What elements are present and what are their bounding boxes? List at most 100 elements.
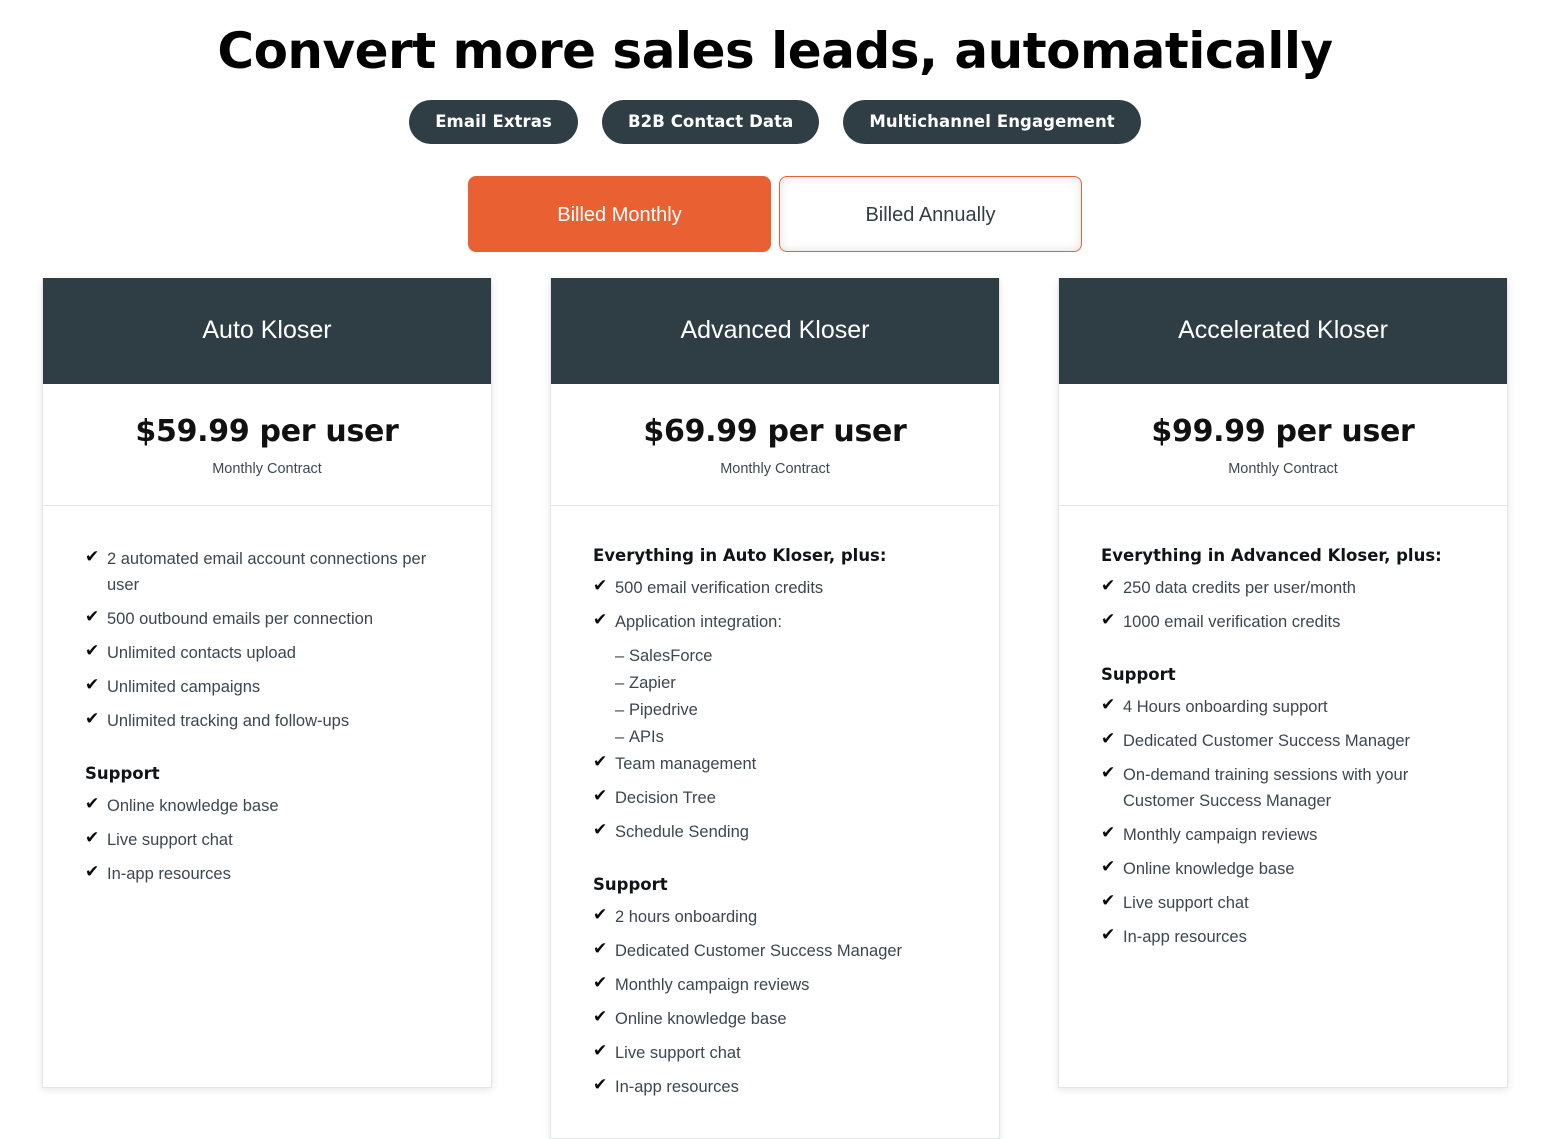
support-heading: Support (1101, 665, 1176, 684)
feature-item: ✔ 1000 email verification credits (1101, 609, 1473, 635)
check-icon: ✔ (593, 1007, 608, 1027)
check-icon: ✔ (593, 1075, 608, 1095)
plan-price: $59.99 per user (135, 414, 399, 449)
pill-multichannel-engagement[interactable]: Multichannel Engagement (843, 100, 1141, 144)
plan-features: ✔ 2 automated email account connections p… (43, 506, 491, 1087)
feature-label: Monthly campaign reviews (615, 976, 810, 994)
check-icon: ✔ (593, 905, 608, 925)
feature-label: In-app resources (1123, 928, 1247, 946)
plan-price-block: $59.99 per user Monthly Contract (43, 384, 491, 506)
billed-monthly-button[interactable]: Billed Monthly (468, 176, 771, 252)
plan-intro-heading: Everything in Advanced Kloser, plus: (1101, 546, 1442, 565)
feature-item: ✔ 500 email verification credits (593, 575, 965, 601)
check-icon: ✔ (85, 828, 100, 848)
check-icon: ✔ (1101, 729, 1116, 749)
check-icon: ✔ (593, 1041, 608, 1061)
feature-label: Online knowledge base (1123, 860, 1295, 878)
check-icon: ✔ (85, 607, 100, 627)
check-icon: ✔ (85, 709, 100, 729)
feature-item: ✔ 2 hours onboarding (593, 904, 965, 930)
feature-item: ✔ Dedicated Customer Success Manager (593, 938, 965, 964)
feature-item: ✔ Unlimited tracking and follow-ups (85, 708, 457, 734)
feature-item: ✔ 4 Hours onboarding support (1101, 694, 1473, 720)
check-icon: ✔ (1101, 823, 1116, 843)
feature-item: ✔ In-app resources (85, 861, 457, 887)
check-icon: ✔ (1101, 695, 1116, 715)
feature-item: ✔ Unlimited campaigns (85, 674, 457, 700)
feature-label: On-demand training sessions with your Cu… (1123, 766, 1409, 810)
feature-label: Dedicated Customer Success Manager (1123, 732, 1411, 750)
dash-icon: – (615, 674, 625, 692)
support-heading: Support (593, 875, 668, 894)
feature-label: 500 outbound emails per connection (107, 610, 374, 628)
dash-icon: – (615, 728, 625, 746)
feature-label: 500 email verification credits (615, 579, 824, 597)
feature-sublabel: Pipedrive (629, 701, 698, 719)
plan-price-block: $99.99 per user Monthly Contract (1059, 384, 1507, 506)
pricing-card: Accelerated Kloser $99.99 per user Month… (1058, 278, 1508, 1088)
feature-label: Online knowledge base (615, 1010, 787, 1028)
check-icon: ✔ (593, 786, 608, 806)
check-icon: ✔ (1101, 610, 1116, 630)
plan-support-list: ✔ Online knowledge base ✔ Live support chat… (85, 793, 457, 887)
feature-label: Team management (615, 755, 757, 773)
tag-pill-row: Email Extras B2B Contact Data Multichann… (0, 100, 1550, 144)
feature-sublist-wrapper: – SalesForce – Zapier – Pipedrive – APIs (593, 643, 965, 750)
feature-item: ✔ 250 data credits per user/month (1101, 575, 1473, 601)
plan-price: $69.99 per user (643, 414, 907, 449)
plan-name: Accelerated Kloser (1059, 278, 1507, 384)
feature-item: ✔ In-app resources (1101, 924, 1473, 950)
feature-label: In-app resources (107, 865, 231, 883)
feature-item: ✔ Monthly campaign reviews (593, 972, 965, 998)
feature-item: ✔ Unlimited contacts upload (85, 640, 457, 666)
pricing-card: Auto Kloser $59.99 per user Monthly Cont… (42, 278, 492, 1088)
pill-email-extras[interactable]: Email Extras (409, 100, 578, 144)
feature-sublabel: APIs (629, 728, 664, 746)
feature-item: ✔ Decision Tree (593, 785, 965, 811)
feature-label: 2 hours onboarding (615, 908, 758, 926)
feature-item: ✔ Online knowledge base (1101, 856, 1473, 882)
check-icon: ✔ (593, 939, 608, 959)
feature-label: In-app resources (615, 1078, 739, 1096)
feature-label: Live support chat (107, 831, 233, 849)
feature-item: ✔ Monthly campaign reviews (1101, 822, 1473, 848)
check-icon: ✔ (85, 794, 100, 814)
plan-name: Auto Kloser (43, 278, 491, 384)
check-icon: ✔ (593, 610, 608, 630)
plan-price: $99.99 per user (1151, 414, 1415, 449)
plan-feature-list: ✔ 250 data credits per user/month ✔ 1000 em… (1101, 575, 1473, 635)
check-icon: ✔ (85, 862, 100, 882)
feature-label: Schedule Sending (615, 823, 749, 841)
feature-label: Unlimited campaigns (107, 678, 261, 696)
plan-features: Everything in Advanced Kloser, plus: ✔ 25… (1059, 506, 1507, 1087)
feature-item: ✔ Live support chat (1101, 890, 1473, 916)
feature-item: ✔ Application integration: (593, 609, 965, 635)
feature-label: 1000 email verification credits (1123, 613, 1341, 631)
feature-subitem: – APIs (615, 724, 965, 750)
feature-item: ✔ Dedicated Customer Success Manager (1101, 728, 1473, 754)
feature-label: 4 Hours onboarding support (1123, 698, 1328, 716)
feature-item: ✔ Online knowledge base (85, 793, 457, 819)
feature-label: Unlimited tracking and follow-ups (107, 712, 350, 730)
check-icon: ✔ (1101, 576, 1116, 596)
feature-label: Live support chat (1123, 894, 1249, 912)
feature-item: ✔ Online knowledge base (593, 1006, 965, 1032)
feature-sublabel: Zapier (629, 674, 676, 692)
feature-label: Online knowledge base (107, 797, 279, 815)
feature-subitem: – Pipedrive (615, 697, 965, 723)
feature-item: ✔ Live support chat (593, 1040, 965, 1066)
feature-sublist: – SalesForce – Zapier – Pipedrive – APIs (593, 643, 965, 750)
page-title: Convert more sales leads, automatically (217, 22, 1333, 80)
plan-support-list: ✔ 4 Hours onboarding support ✔ Dedicated Cu… (1101, 694, 1473, 950)
plan-term: Monthly Contract (1228, 461, 1338, 477)
plan-support-list: ✔ 2 hours onboarding ✔ Dedicated Customer S… (593, 904, 965, 1100)
plan-term: Monthly Contract (720, 461, 830, 477)
feature-subitem: – SalesForce (615, 643, 965, 669)
feature-label: Live support chat (615, 1044, 741, 1062)
dash-icon: – (615, 647, 625, 665)
pill-b2b-contact-data[interactable]: B2B Contact Data (601, 100, 820, 144)
billed-annually-button[interactable]: Billed Annually (779, 176, 1082, 252)
feature-label: Application integration: (615, 613, 782, 631)
feature-item: ✔ In-app resources (593, 1074, 965, 1100)
check-icon: ✔ (593, 752, 608, 772)
